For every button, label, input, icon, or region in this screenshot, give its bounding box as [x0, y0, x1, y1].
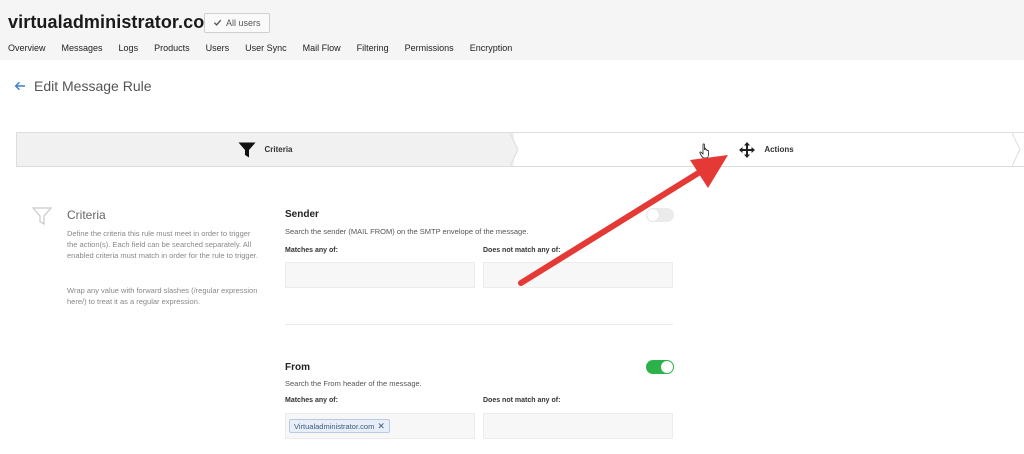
nav-messages[interactable]: Messages [54, 42, 111, 56]
criteria-description: Define the criteria this rule must meet … [67, 229, 258, 260]
toggle-knob [661, 361, 673, 373]
from-title: From [285, 362, 310, 373]
page-header: Edit Message Rule [14, 78, 152, 94]
regex-hint: Wrap any value with forward slashes (/re… [67, 286, 258, 306]
domain-title: virtualadministrator.com [8, 12, 221, 32]
step-actions[interactable]: Actions [514, 133, 1018, 166]
all-users-button[interactable]: All users [204, 13, 270, 33]
check-icon [213, 18, 222, 29]
main-nav: Overview Messages Logs Products Users Us… [0, 42, 520, 56]
step-actions-label: Actions [764, 145, 794, 154]
from-description: Search the From header of the message. [285, 379, 422, 388]
section-divider [285, 324, 673, 325]
sender-not-match-label: Does not match any of: [483, 247, 561, 254]
back-arrow-icon[interactable] [14, 80, 26, 92]
from-matches-label: Matches any of: [285, 397, 338, 404]
nav-permissions[interactable]: Permissions [397, 42, 462, 56]
tag-label: Virtualadministrator.com [294, 421, 375, 431]
step-divider [510, 133, 519, 166]
nav-mail-flow[interactable]: Mail Flow [295, 42, 349, 56]
nav-filtering[interactable]: Filtering [349, 42, 397, 56]
from-match-tag[interactable]: Virtualadministrator.com ✕ [289, 419, 390, 433]
step-bar: Criteria Actions [16, 132, 1024, 167]
step-criteria-label: Criteria [264, 145, 293, 154]
sender-toggle[interactable] [646, 208, 674, 222]
criteria-title: Criteria [67, 208, 106, 222]
nav-overview[interactable]: Overview [0, 42, 54, 56]
toggle-knob [647, 209, 659, 221]
sender-description: Search the sender (MAIL FROM) on the SMT… [285, 227, 529, 236]
nav-encryption[interactable]: Encryption [462, 42, 521, 56]
top-bar: virtualadministrator.com All users Overv… [0, 0, 1024, 60]
step-criteria[interactable]: Criteria [16, 133, 514, 166]
all-users-label: All users [226, 18, 261, 28]
sender-title: Sender [285, 209, 319, 220]
close-icon[interactable]: ✕ [377, 421, 385, 431]
hand-pointer-icon [699, 143, 711, 164]
step-divider [1012, 133, 1021, 166]
sender-matches-input[interactable] [285, 262, 475, 288]
from-toggle[interactable] [646, 360, 674, 374]
nav-logs[interactable]: Logs [111, 42, 147, 56]
from-not-match-input[interactable] [483, 413, 673, 439]
move-icon [738, 141, 756, 159]
nav-users[interactable]: Users [198, 42, 238, 56]
funnel-icon [32, 206, 52, 226]
nav-user-sync[interactable]: User Sync [237, 42, 295, 56]
sender-matches-label: Matches any of: [285, 247, 338, 254]
sender-not-match-input[interactable] [483, 262, 673, 288]
page-title: Edit Message Rule [34, 78, 152, 94]
funnel-icon [238, 142, 256, 158]
from-not-match-label: Does not match any of: [483, 397, 561, 404]
nav-products[interactable]: Products [146, 42, 198, 56]
